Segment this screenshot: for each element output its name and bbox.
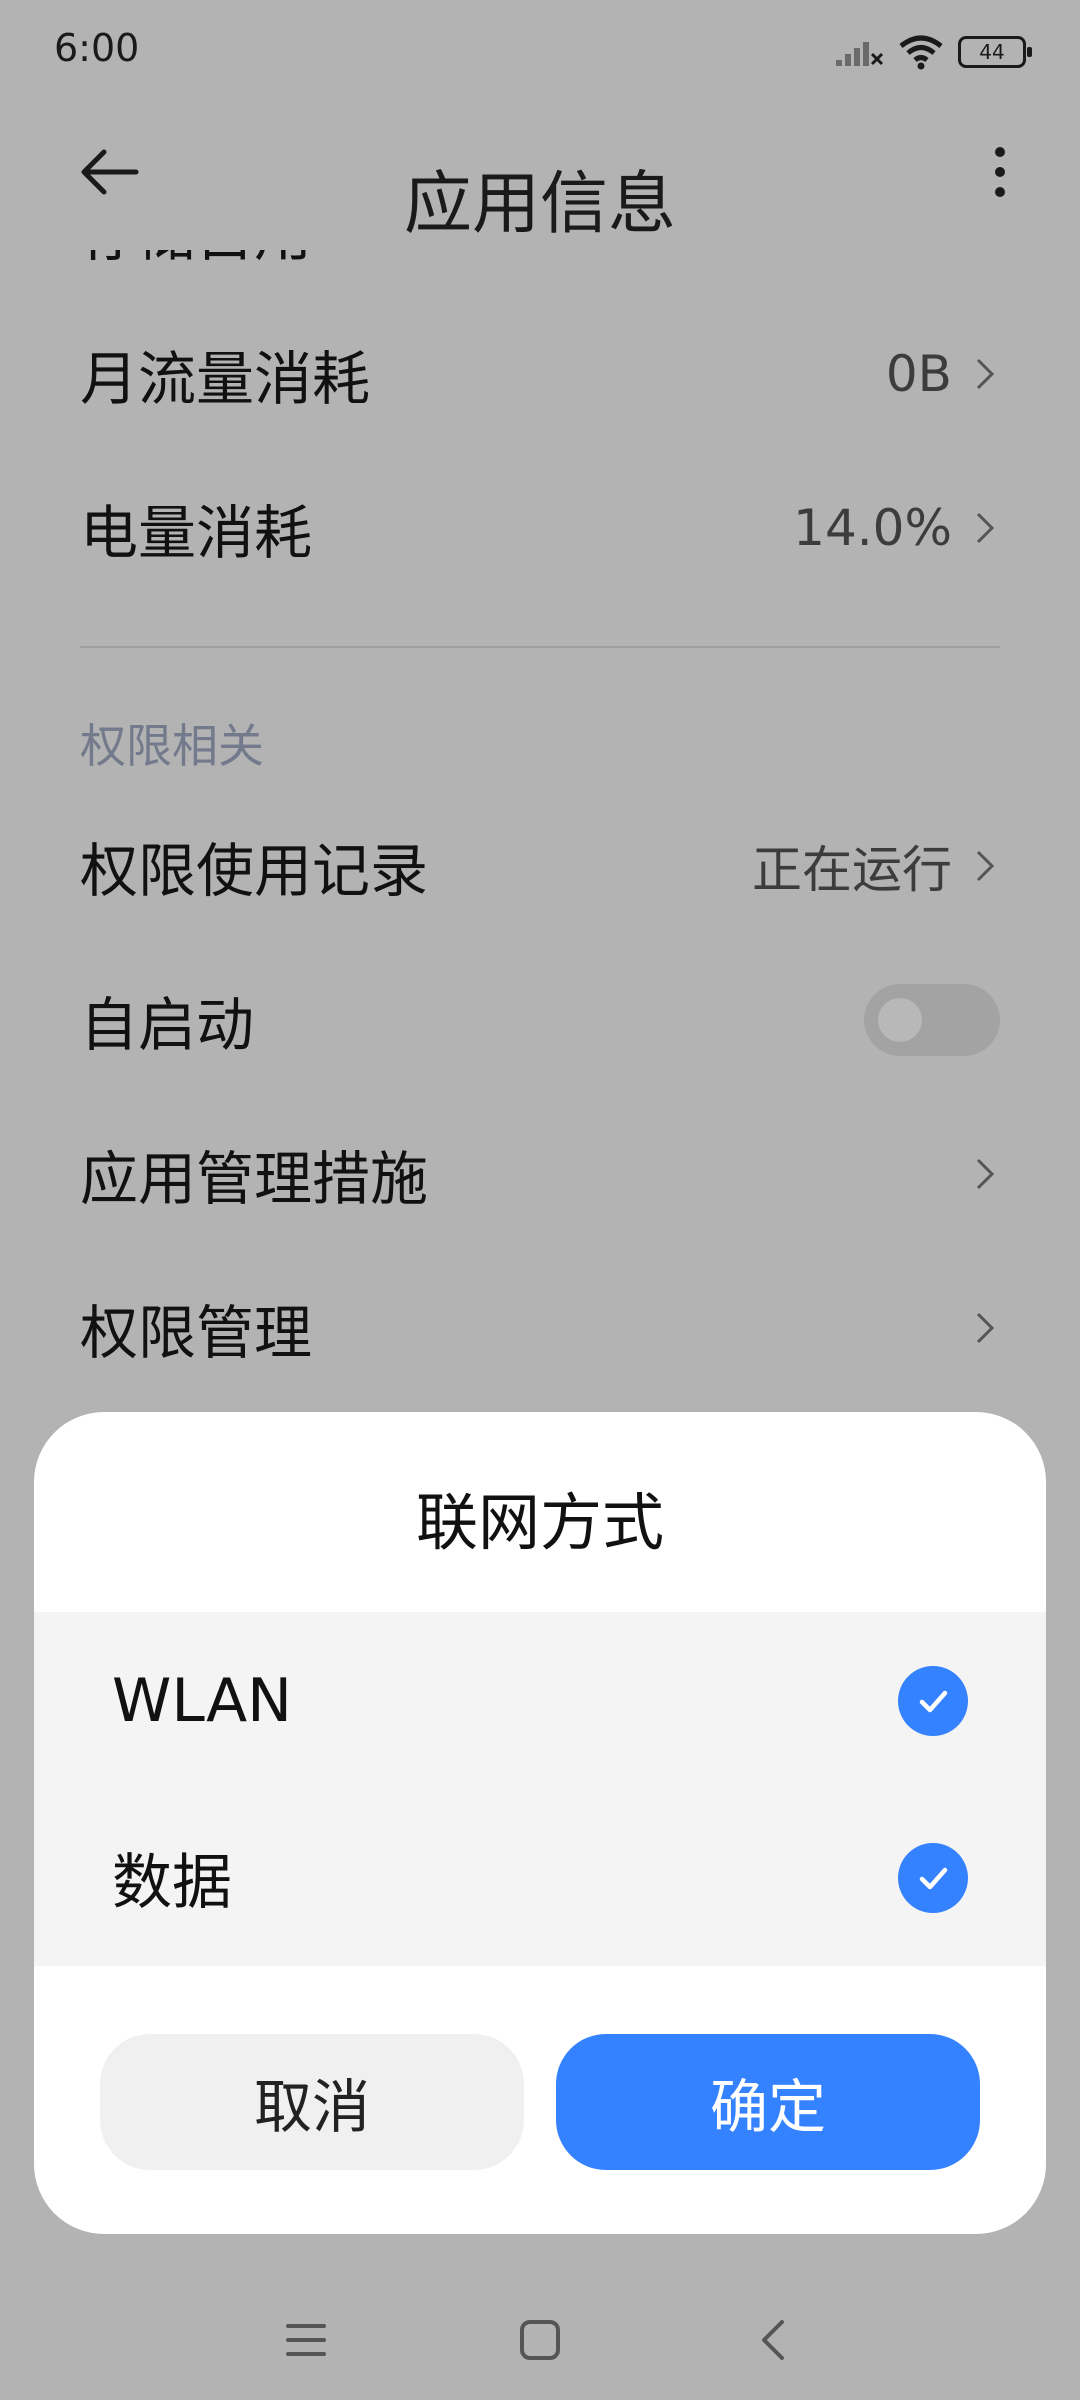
monthly-data-value: 0B xyxy=(885,345,952,403)
check-icon[interactable] xyxy=(898,1842,968,1913)
option-wlan[interactable]: WLAN xyxy=(34,1612,1046,1789)
option-mobile-data-label: 数据 xyxy=(112,1848,232,1918)
back-icon[interactable] xyxy=(744,2310,804,2370)
check-icon[interactable] xyxy=(898,1665,968,1736)
chevron-right-icon xyxy=(976,850,995,882)
dialog-options: WLAN 数据 xyxy=(34,1612,1046,1966)
page-title: 应用信息 xyxy=(403,165,676,244)
storage-row-clip: 存储占用 21.03GB xyxy=(0,250,1080,270)
monthly-data-label: 月流量消耗 xyxy=(80,345,371,413)
battery-icon: 44 xyxy=(958,36,1032,68)
status-time: 6:00 xyxy=(54,26,140,70)
permission-management-row[interactable]: 权限管理 xyxy=(80,1268,1000,1388)
network-mode-dialog: 联网方式 WLAN 数据 取消 确定 xyxy=(34,1412,1046,2234)
option-mobile-data[interactable]: 数据 xyxy=(34,1789,1046,1966)
autostart-toggle[interactable] xyxy=(864,984,1000,1056)
chevron-right-icon xyxy=(976,512,995,544)
chevron-right-icon xyxy=(976,358,995,390)
permission-record-row[interactable]: 权限使用记录 正在运行 xyxy=(80,806,1000,926)
permissions-section-title: 权限相关 xyxy=(80,719,264,773)
home-icon[interactable] xyxy=(510,2310,570,2370)
app-header: 应用信息 xyxy=(0,110,1080,250)
storage-row[interactable]: 存储占用 21.03GB xyxy=(80,250,1000,270)
battery-usage-label: 电量消耗 xyxy=(80,499,313,567)
chevron-right-icon xyxy=(976,1312,995,1344)
wifi-icon xyxy=(899,35,943,70)
confirm-button[interactable]: 确定 xyxy=(556,2034,980,2170)
chevron-right-icon xyxy=(976,1158,995,1190)
menu-icon[interactable] xyxy=(276,2310,336,2370)
battery-usage-row[interactable]: 电量消耗 14.0% xyxy=(80,468,1000,588)
autostart-label: 自启动 xyxy=(80,991,255,1059)
more-vert-icon[interactable] xyxy=(960,132,1040,212)
status-bar: 6:00 44 xyxy=(0,0,1080,110)
battery-usage-value: 14.0% xyxy=(793,499,952,557)
permission-record-label: 权限使用记录 xyxy=(80,837,429,905)
navigation-bar xyxy=(0,2260,1080,2400)
dialog-title: 联网方式 xyxy=(415,1486,664,1559)
monthly-data-row[interactable]: 月流量消耗 0B xyxy=(80,314,1000,434)
status-icons: 44 xyxy=(834,30,1032,74)
storage-label: 存储占用 xyxy=(80,250,766,270)
permission-record-value: 正在运行 xyxy=(752,841,952,899)
cancel-button[interactable]: 取消 xyxy=(100,2034,524,2170)
permission-management-label: 权限管理 xyxy=(80,1299,313,1367)
autostart-row: 自启动 xyxy=(80,960,1000,1080)
app-management-label: 应用管理措施 xyxy=(80,1145,429,1213)
option-wlan-label: WLAN xyxy=(112,1665,293,1736)
app-management-row[interactable]: 应用管理措施 xyxy=(80,1114,1000,1234)
signal-icon xyxy=(836,42,884,66)
section-divider xyxy=(80,646,1000,648)
toggle-knob xyxy=(878,998,922,1042)
storage-value: 21.03GB xyxy=(766,250,982,259)
